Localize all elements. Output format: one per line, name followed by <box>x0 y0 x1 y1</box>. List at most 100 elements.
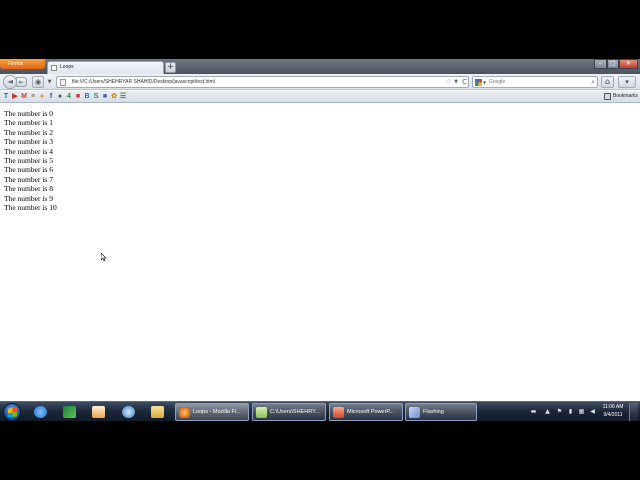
minimize-icon: – <box>598 60 602 67</box>
tab-strip: Firefox Loops + – □ ✕ <box>0 59 640 74</box>
output-line: The number is 6 <box>4 165 53 175</box>
windows-logo-icon <box>8 407 17 418</box>
globe-icon: ◉ <box>34 78 42 86</box>
internet-explorer-button[interactable] <box>30 404 52 420</box>
maximize-button[interactable]: □ <box>606 59 620 69</box>
flag-icon[interactable]: ⚑ <box>556 408 563 415</box>
house-icon: ⌂ <box>604 77 611 86</box>
output-line: The number is 5 <box>4 156 53 166</box>
firefox-menu-button[interactable]: Firefox <box>0 59 45 69</box>
magnifier-icon[interactable]: ⌕ <box>591 77 595 87</box>
clock-time: 11:06 AM <box>602 404 624 410</box>
bookmarks-label: Bookmarks <box>612 93 638 99</box>
chart-app-icon <box>63 406 76 418</box>
forward-button[interactable]: ► <box>16 77 27 87</box>
site-identity-button[interactable]: ◉ <box>32 76 44 88</box>
bookmark-icon[interactable]: S <box>92 92 100 101</box>
bookmarks-toolbar: T ▶ M ≡ ● f ● 4 ■ B S ■ ✿ ☰ Bookmarks <box>0 91 640 103</box>
bookmark-icon[interactable]: B <box>83 92 91 101</box>
history-dropdown-button[interactable]: ▼ <box>46 76 53 88</box>
maximize-icon: □ <box>610 60 616 67</box>
bookmark-icon[interactable]: 4 <box>65 92 73 101</box>
media-player-button[interactable] <box>88 404 110 420</box>
url-dropdown-icon[interactable]: ▼ <box>454 77 458 88</box>
task-label: Microsoft PowerP... <box>347 409 394 415</box>
bookmark-icon[interactable]: ≡ <box>29 92 37 101</box>
youtube-icon[interactable]: ▶ <box>11 92 19 101</box>
clock[interactable]: 11:06 AM 9/4/2011 <box>602 404 624 419</box>
back-button[interactable]: ◄ <box>3 75 17 89</box>
bookmarks-menu-button[interactable]: Bookmarks <box>603 92 638 101</box>
task-firefox[interactable]: Loops - Mozilla Fi... <box>175 403 249 421</box>
back-arrow-icon: ◄ <box>6 77 14 86</box>
chart-app-button[interactable] <box>59 404 81 420</box>
window-controls: – □ ✕ <box>594 59 639 69</box>
output-lines: The number is 0 The number is 1 The numb… <box>4 109 57 212</box>
page-icon <box>51 65 57 71</box>
notepad-icon <box>256 407 267 418</box>
system-tray: ▬ ▲ ⚑ ▮ ▦ ◀ 11:06 AM 9/4/2011 <box>528 404 624 420</box>
browser-window: Firefox Loops + – □ ✕ ◄ ► ◉ ▼ file:///C:… <box>0 59 640 401</box>
reload-icon[interactable]: C <box>462 77 467 87</box>
minimize-button[interactable]: – <box>594 59 607 69</box>
bookmark-icon[interactable]: ■ <box>74 92 82 101</box>
task-flashing[interactable]: Flashing <box>405 403 477 421</box>
media-player-icon <box>92 406 105 418</box>
flash-icon <box>409 407 420 418</box>
folder-icon <box>151 406 164 418</box>
task-label: Loops - Mozilla Fi... <box>193 409 241 415</box>
start-button[interactable] <box>3 403 21 421</box>
clock-date: 9/4/2011 <box>603 411 623 418</box>
new-tab-button[interactable]: + <box>165 62 176 73</box>
internet-explorer-icon <box>34 406 47 418</box>
task-notepad[interactable]: C:\Users\SHEHRY... <box>252 403 326 421</box>
output-line: The number is 7 <box>4 174 53 184</box>
google-icon[interactable] <box>475 79 482 86</box>
bookmark-icon[interactable]: ● <box>38 92 46 101</box>
wifi-icon <box>122 406 135 418</box>
keyboard-icon[interactable]: ▬ <box>530 408 537 415</box>
chevron-down-icon: ▼ <box>47 79 52 85</box>
output-line: The number is 4 <box>4 146 53 156</box>
addon-toolbar-button[interactable]: ▾ <box>618 76 636 88</box>
volume-icon[interactable]: ◀ <box>589 408 596 415</box>
file-icon <box>60 79 66 86</box>
output-line: The number is 2 <box>4 127 53 137</box>
search-engine-dropdown-icon[interactable]: ▼ <box>483 77 486 88</box>
bookmark-icon[interactable]: ● <box>56 92 64 101</box>
address-bar[interactable]: file:///C:/Users/SHEHRYAR SHAHID/Desktop… <box>56 76 469 88</box>
bookmark-icon[interactable]: ■ <box>101 92 109 101</box>
tab-title: Loops <box>60 64 74 70</box>
taskbar: Loops - Mozilla Fi... C:\Users\SHEHRY...… <box>0 401 640 421</box>
screen: Firefox Loops + – □ ✕ ◄ ► ◉ ▼ file:///C:… <box>0 0 640 480</box>
task-powerpoint[interactable]: Microsoft PowerP... <box>329 403 403 421</box>
facebook-icon[interactable]: f <box>47 92 55 101</box>
navigation-toolbar: ◄ ► ◉ ▼ file:///C:/Users/SHEHRYAR SHAHID… <box>0 74 640 90</box>
output-line: The number is 9 <box>4 193 53 203</box>
bookmark-icon[interactable]: ☰ <box>119 92 127 101</box>
page-content: The number is 0 The number is 1 The numb… <box>0 104 640 401</box>
bookmark-icon[interactable]: T <box>2 92 10 101</box>
task-label: Flashing <box>423 409 444 415</box>
home-button[interactable]: ⌂ <box>601 76 614 88</box>
bookmark-icon[interactable]: ✿ <box>110 92 118 101</box>
network-app-button[interactable] <box>118 404 140 420</box>
tab-loops[interactable]: Loops <box>47 61 164 74</box>
firefox-icon <box>179 407 190 418</box>
gmail-icon[interactable]: M <box>20 92 28 101</box>
network-icon[interactable]: ▦ <box>578 408 585 415</box>
bookmark-icons: T ▶ M ≡ ● f ● 4 ■ B S ■ ✿ ☰ <box>2 92 127 101</box>
show-desktop-button[interactable] <box>629 403 638 421</box>
address-text[interactable]: file:///C:/Users/SHEHRYAR SHAHID/Desktop… <box>72 77 215 88</box>
bookmarks-icon <box>603 93 611 100</box>
show-hidden-icons-icon[interactable]: ▲ <box>544 408 551 415</box>
task-label: C:\Users\SHEHRY... <box>270 409 320 415</box>
close-button[interactable]: ✕ <box>619 59 639 69</box>
forward-arrow-icon: ► <box>18 78 25 86</box>
search-input[interactable] <box>489 77 585 87</box>
output-line: The number is 8 <box>4 184 53 194</box>
bookmark-star-icon[interactable]: ☆ <box>445 77 452 87</box>
output-line: The number is 3 <box>4 137 53 147</box>
explorer-button[interactable] <box>147 404 169 420</box>
battery-icon[interactable]: ▮ <box>567 408 574 415</box>
